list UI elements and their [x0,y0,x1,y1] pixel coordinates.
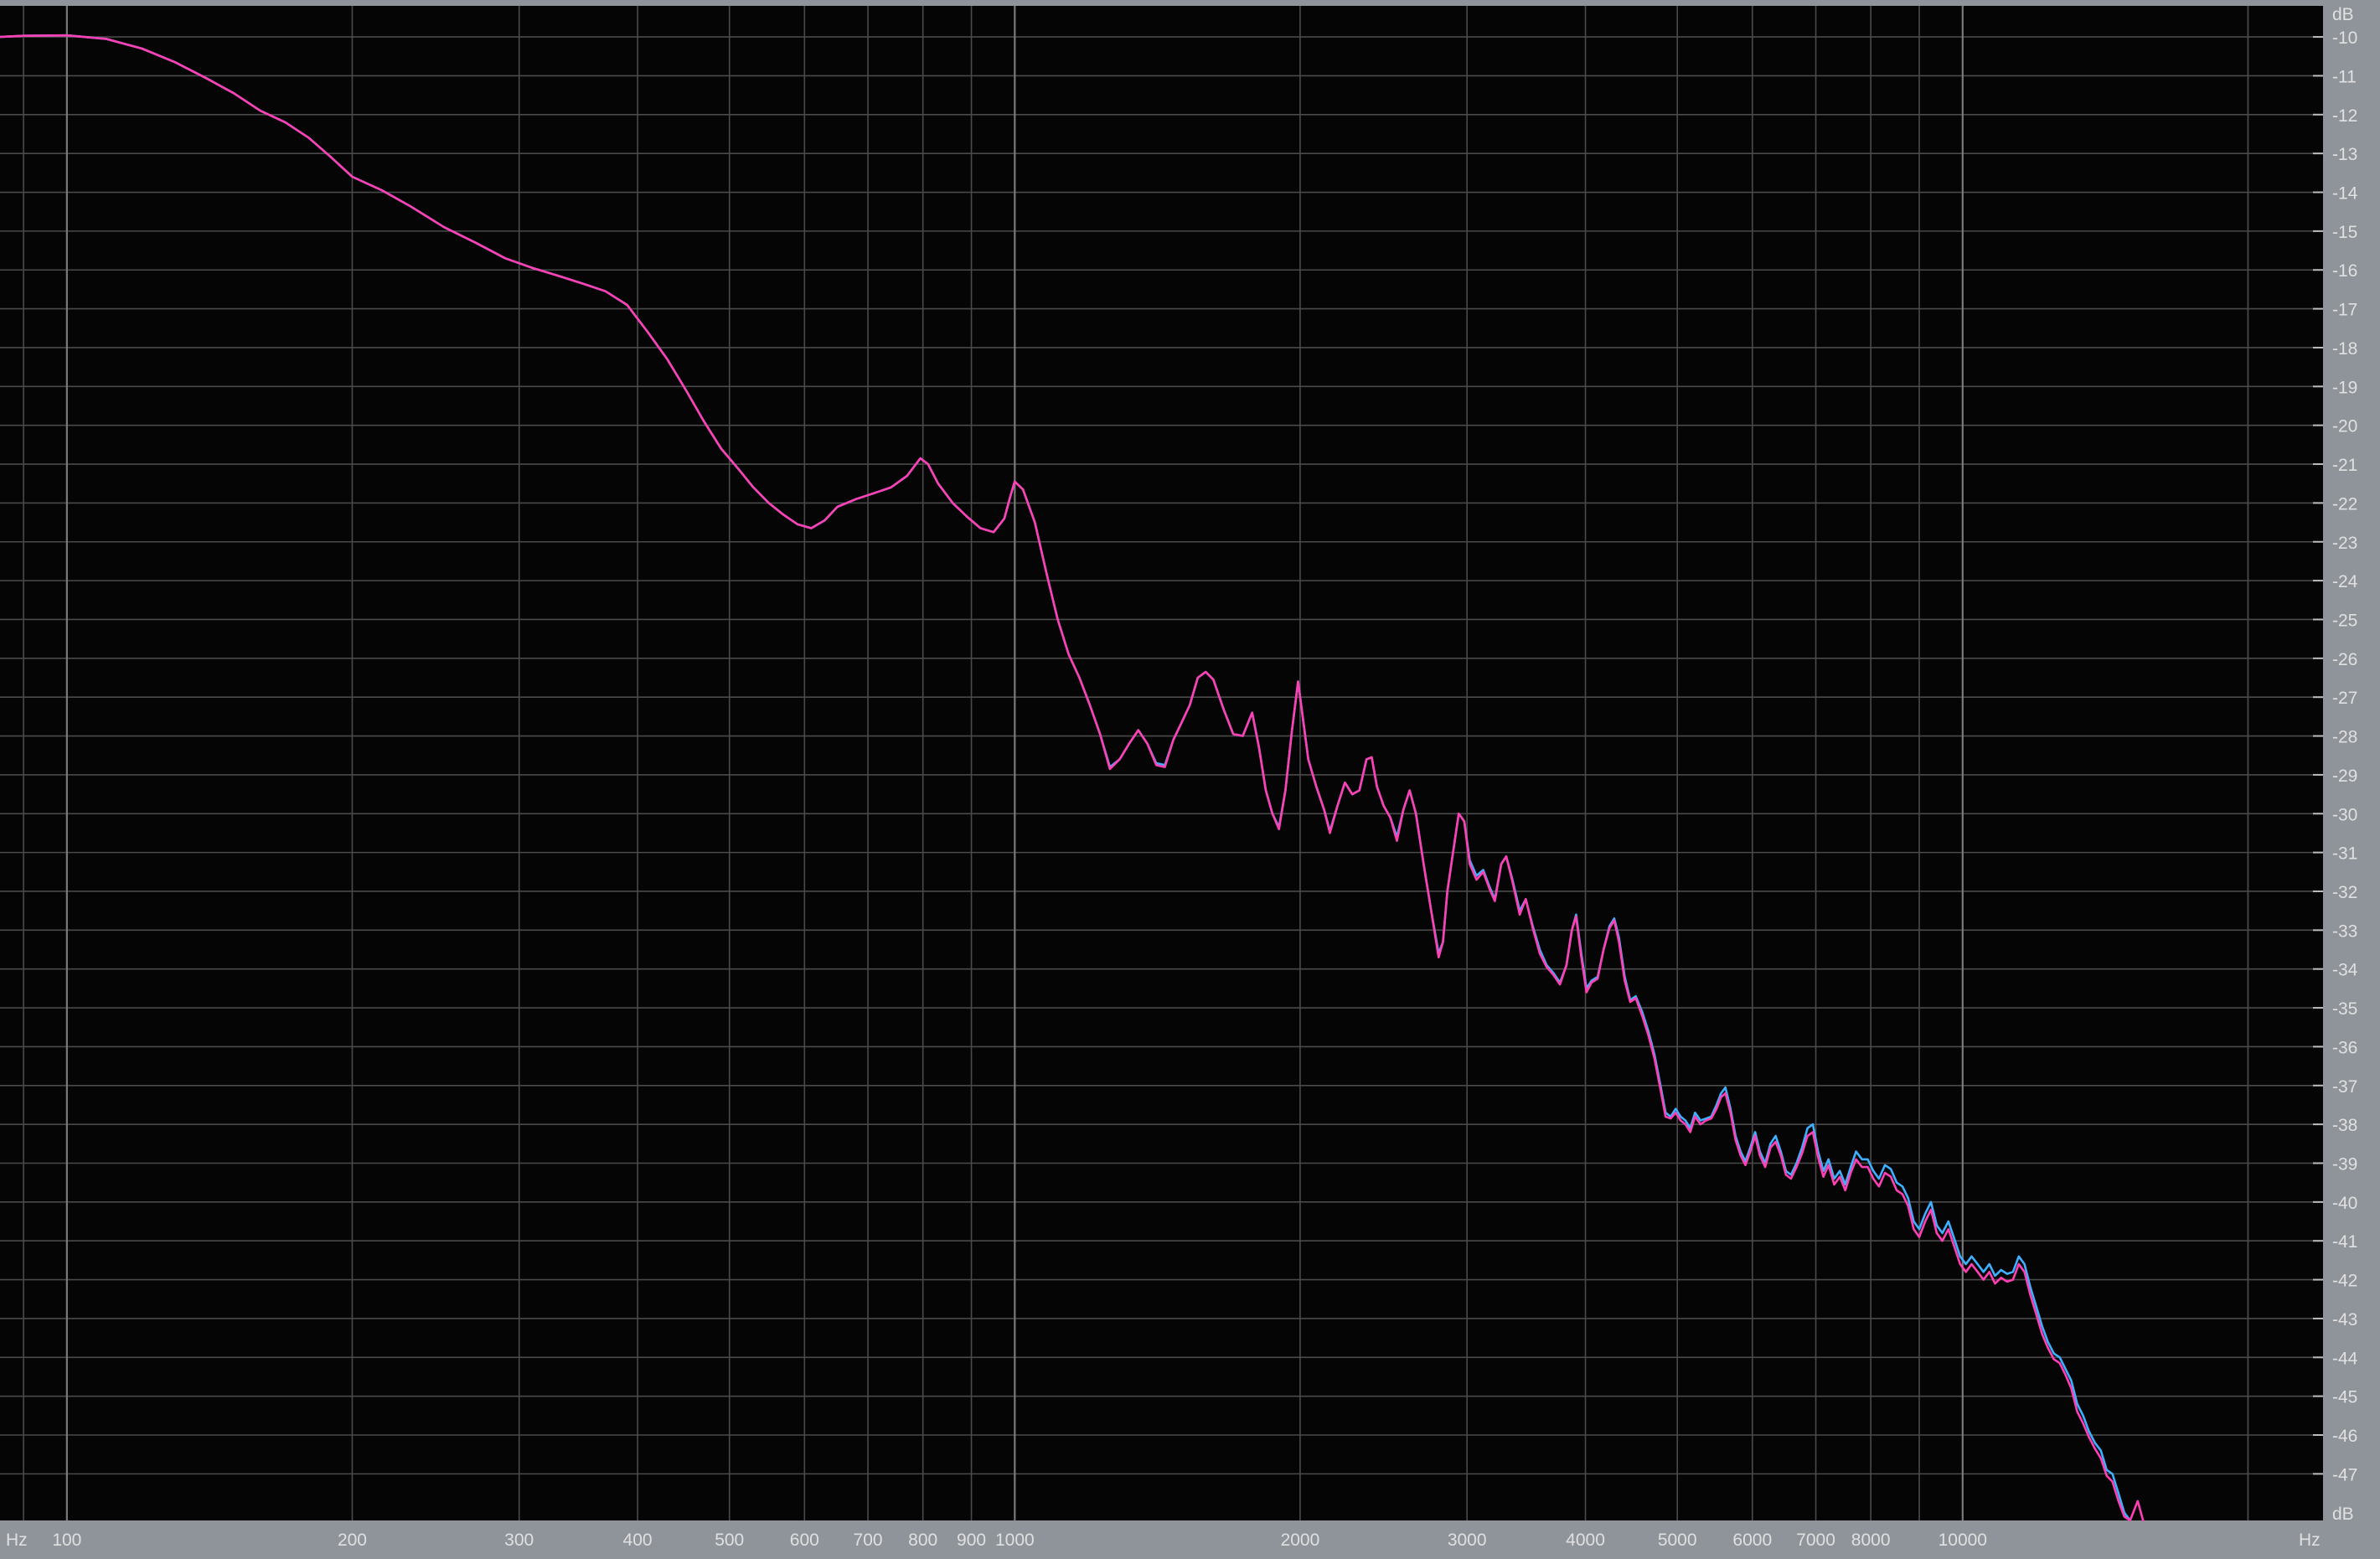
db-tick-label: -37 [2332,1077,2357,1097]
db-tick-label: -42 [2332,1272,2357,1291]
db-tick-label: -10 [2332,28,2357,48]
hz-tick-label: 10000 [1939,1531,1987,1550]
db-tick-label: -29 [2332,767,2357,786]
db-tick-label: -35 [2332,999,2357,1019]
hz-tick-label: 800 [908,1531,937,1550]
hz-tick-label: 300 [504,1531,534,1550]
db-tick-label: -33 [2332,921,2357,941]
db-tick-label: -44 [2332,1349,2358,1368]
db-tick-label: -14 [2332,184,2358,204]
db-tick-label: -30 [2332,805,2357,824]
hz-tick-label: 900 [957,1531,986,1550]
hz-tick-label: 200 [338,1531,367,1550]
db-tick-label: -16 [2332,261,2357,281]
db-tick-label: -34 [2332,961,2358,980]
db-tick-label: -27 [2332,689,2357,708]
db-tick-label: -20 [2332,417,2357,436]
db-tick-label: -28 [2332,728,2357,747]
db-tick-label: -19 [2332,378,2357,397]
db-tick-label: -45 [2332,1388,2357,1407]
db-tick-label: -39 [2332,1154,2357,1174]
db-unit-top-label: dB [2332,5,2354,24]
db-tick-label: -13 [2332,145,2357,164]
db-tick-label: -41 [2332,1232,2357,1252]
hz-tick-label: 3000 [1448,1531,1487,1550]
db-tick-label: -12 [2332,106,2357,126]
db-unit-bottom-label: dB [2332,1505,2354,1524]
hz-tick-label: 2000 [1281,1531,1320,1550]
hz-tick-label: 8000 [1851,1531,1891,1550]
db-tick-label: -32 [2332,883,2357,902]
hz-unit-left-label: Hz [6,1531,28,1550]
db-tick-label: -31 [2332,844,2357,864]
db-tick-label: -36 [2332,1038,2357,1057]
db-tick-label: -38 [2332,1116,2357,1135]
db-axis: -10 -11 -12 -13 -14 -15 -16 -17 -18 -19 -20 -21 -22 -… [2332,28,2358,1484]
hz-tick-label: 5000 [1658,1531,1697,1550]
hz-tick-label: 100 [52,1531,81,1550]
db-tick-label: -25 [2332,611,2357,630]
hz-unit-right-label: Hz [2299,1531,2321,1550]
hz-tick-label: 7000 [1796,1531,1835,1550]
hz-tick-label: 700 [854,1531,883,1550]
db-tick-label: -24 [2332,572,2358,591]
grid [0,6,2323,1520]
db-tick-label: -21 [2332,456,2357,475]
db-tick-label: -18 [2332,339,2357,359]
spectrum-chart: -10 -11 -12 -13 -14 -15 -16 -17 -18 -19 -20 -21 -22 -… [0,5,2358,1550]
hz-axis: 100 200 300 400 500 600 700 800 900 1000 2000 3000 4… [52,1531,1987,1550]
db-tick-label: -46 [2332,1427,2357,1446]
db-tick-label: -43 [2332,1310,2357,1329]
db-tick-label: -26 [2332,650,2357,669]
hz-tick-label: 6000 [1732,1531,1772,1550]
hz-tick-label: 600 [790,1531,819,1550]
hz-tick-label: 400 [623,1531,653,1550]
db-tick-label: -40 [2332,1194,2357,1213]
db-tick-label: -47 [2332,1465,2357,1484]
series-line-blue [0,34,2131,1522]
db-tick-label: -17 [2332,301,2357,320]
db-tick-label: -23 [2332,534,2357,553]
series-layer [0,34,2145,1522]
db-tick-label: -22 [2332,494,2357,514]
hz-tick-label: 4000 [1566,1531,1605,1550]
hz-tick-label: 500 [715,1531,744,1550]
db-tick-label: -15 [2332,223,2357,242]
spectrum-analyzer-window: -10 -11 -12 -13 -14 -15 -16 -17 -18 -19 -20 -21 -22 -… [0,0,2380,1559]
series-line-pink [0,34,2145,1522]
hz-tick-label: 1000 [995,1531,1035,1550]
db-tick-label: -11 [2332,67,2357,86]
